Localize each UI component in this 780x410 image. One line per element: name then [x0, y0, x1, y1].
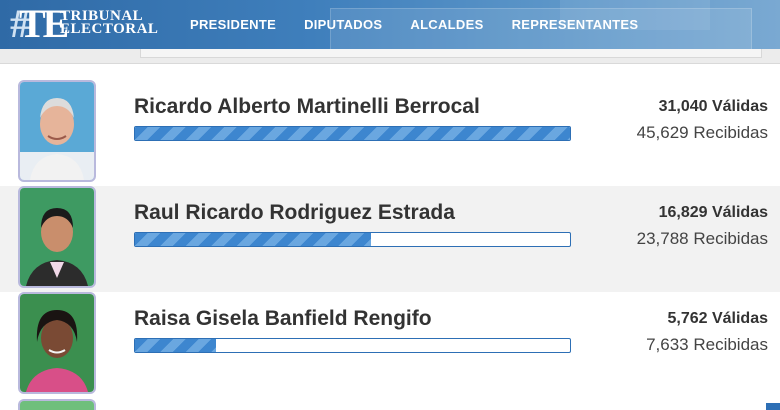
- received-votes: 45,629 Recibidas: [636, 123, 768, 142]
- nav-diputados[interactable]: DIPUTADOS: [290, 17, 396, 32]
- candidate-row: Raul Ricardo Rodriguez Estrada 16,829 Vá…: [0, 186, 780, 292]
- votes-progress-fill: [135, 339, 216, 352]
- valid-votes: 31,040 Válidas: [658, 98, 768, 115]
- votes-progress-fill: [135, 233, 371, 246]
- valid-votes: 16,829 Válidas: [658, 204, 768, 221]
- votes-progress-bar: [134, 338, 571, 353]
- candidate-row: Ricardo Alberto Martinelli Berrocal 31,0…: [0, 80, 780, 186]
- votes-progress-fill: [135, 127, 570, 140]
- candidate-photo: [18, 292, 96, 394]
- candidate-photo-partial: [18, 399, 96, 410]
- sub-bar: [0, 49, 780, 64]
- tribunal-electoral-logo[interactable]: #TE TRIBUNAL ELECTORAL: [10, 2, 170, 46]
- sub-bar-panel: [140, 49, 762, 58]
- logo-line-2: ELECTORAL: [60, 21, 159, 37]
- candidate-name: Raul Ricardo Rodriguez Estrada: [134, 201, 455, 224]
- received-votes: 7,633 Recibidas: [646, 335, 768, 354]
- candidate-row: Raisa Gisela Banfield Rengifo 5,762 Váli…: [0, 292, 780, 398]
- header-bar: #TE TRIBUNAL ELECTORAL PRESIDENTE DIPUTA…: [0, 0, 780, 49]
- candidate-name: Ricardo Alberto Martinelli Berrocal: [134, 95, 480, 118]
- received-votes: 23,788 Recibidas: [636, 229, 768, 248]
- votes-progress-bar: [134, 232, 571, 247]
- candidate-name: Raisa Gisela Banfield Rengifo: [134, 307, 432, 330]
- nav-presidente[interactable]: PRESIDENTE: [176, 17, 290, 32]
- logo-text: TRIBUNAL ELECTORAL: [60, 9, 159, 37]
- nav-alcaldes[interactable]: ALCALDES: [396, 17, 497, 32]
- candidate-photo: [18, 80, 96, 182]
- scroll-corner[interactable]: [766, 403, 780, 410]
- logo-mark: #TE: [10, 1, 69, 46]
- candidate-photo-image: [20, 294, 94, 392]
- candidate-photo: [18, 186, 96, 288]
- candidate-photo-image: [20, 188, 94, 286]
- votes-progress-bar: [134, 126, 571, 141]
- main-nav: PRESIDENTE DIPUTADOS ALCALDES REPRESENTA…: [176, 0, 652, 49]
- valid-votes: 5,762 Válidas: [667, 310, 768, 327]
- candidate-photo-image: [20, 82, 94, 180]
- nav-representantes[interactable]: REPRESENTANTES: [498, 17, 653, 32]
